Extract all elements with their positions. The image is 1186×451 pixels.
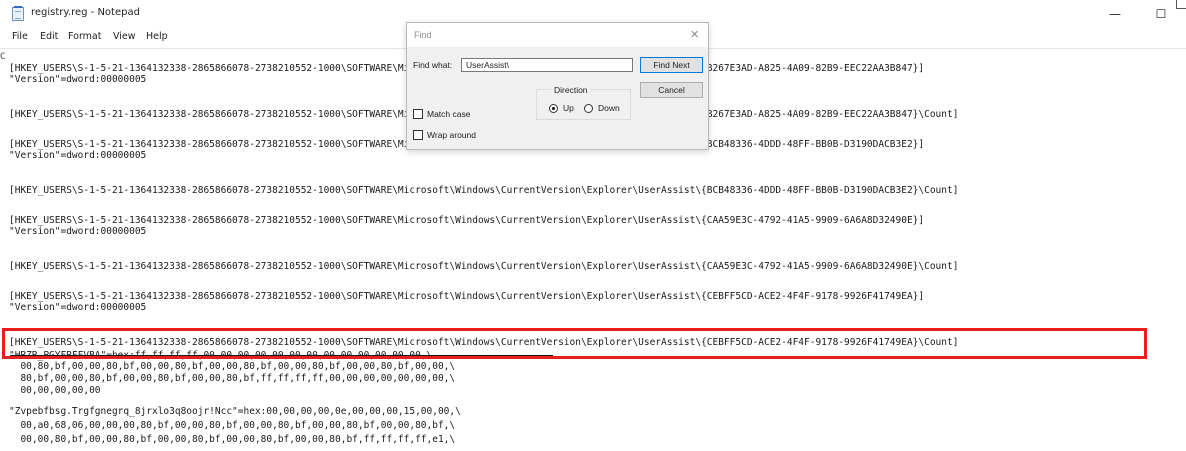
text-line: [HKEY_USERS\S-1-5-21-1364132338-28658660…: [9, 291, 925, 302]
text-line: "Version"=dword:00000005: [9, 74, 147, 85]
text-line: 80,bf,00,00,80,bf,00,00,80,bf,00,00,80,b…: [9, 373, 456, 384]
menu-file[interactable]: File: [12, 31, 28, 42]
menu-help[interactable]: Help: [146, 31, 168, 42]
text-line: 00,00,80,bf,00,00,80,bf,00,00,80,bf,00,0…: [9, 434, 456, 445]
wrap-around-label: Wrap around: [427, 130, 476, 140]
text-line: 00,a0,68,06,00,00,00,80,bf,00,00,80,bf,0…: [9, 420, 456, 431]
text-line: "Version"=dword:00000005: [9, 302, 147, 313]
text-line: [HKEY_USERS\S-1-5-21-1364132338-28658660…: [9, 215, 925, 226]
menu-format[interactable]: Format: [68, 31, 101, 42]
text-line: [HKEY_USERS\S-1-5-21-1364132338-28658660…: [9, 185, 959, 196]
menu-edit[interactable]: Edit: [40, 31, 58, 42]
direction-up-radio[interactable]: [549, 104, 558, 113]
maximize-button[interactable]: ☐: [1148, 4, 1174, 24]
find-what-input[interactable]: [461, 58, 633, 72]
close-icon[interactable]: ✕: [690, 28, 699, 41]
text-line: "Version"=dword:00000005: [9, 150, 147, 161]
find-what-label: Find what:: [413, 60, 453, 70]
direction-up-label: Up: [563, 103, 574, 113]
notepad-icon: [12, 6, 24, 21]
close-button-edge[interactable]: [1176, 0, 1186, 9]
wrap-around-checkbox[interactable]: [413, 130, 423, 140]
find-dialog-titlebar[interactable]: Find ✕: [407, 23, 708, 47]
find-next-button[interactable]: Find Next: [640, 57, 703, 73]
cancel-button[interactable]: Cancel: [640, 82, 703, 98]
window-title: registry.reg - Notepad: [31, 7, 140, 18]
text-line: "Version"=dword:00000005: [9, 226, 147, 237]
direction-down-radio[interactable]: [584, 104, 593, 113]
menu-view[interactable]: View: [113, 31, 136, 42]
direction-down-label: Down: [598, 103, 620, 113]
text-line: 00,80,bf,00,00,80,bf,00,00,80,bf,00,00,8…: [9, 361, 456, 372]
match-case-label: Match case: [427, 109, 471, 119]
edge-glyph: C: [0, 52, 6, 62]
text-line: "Zvpebfbsg.Trgfgnegrq_8jrxlo3q8oojr!Ncc"…: [9, 406, 461, 417]
text-line: [HKEY_USERS\S-1-5-21-1364132338-28658660…: [9, 261, 959, 272]
match-case-checkbox[interactable]: [413, 109, 423, 119]
strike-line: [10, 355, 553, 356]
minimize-button[interactable]: —: [1102, 4, 1128, 24]
find-dialog-title: Find: [414, 30, 432, 40]
find-dialog: Find ✕ Find what: Find Next Cancel Direc…: [406, 22, 709, 150]
direction-label: Direction: [551, 85, 591, 95]
text-line: 00,00,00,00,00: [9, 385, 101, 396]
